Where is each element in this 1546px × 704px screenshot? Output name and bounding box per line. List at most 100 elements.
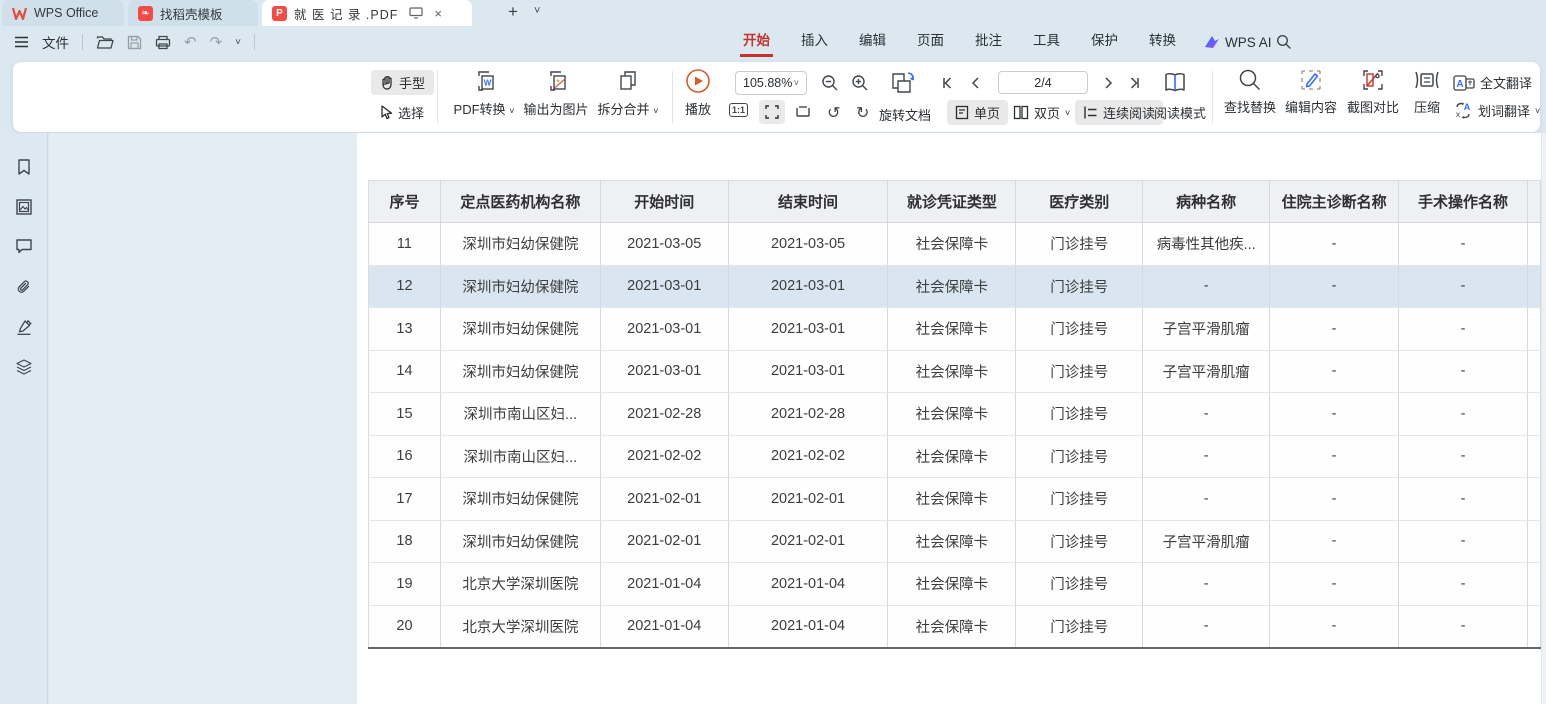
menu-edit[interactable]: 编辑 <box>856 26 889 58</box>
window-tab-bar: WPS Office ❧ 找稻壳模板 P 就 医 记 录 .PDF × + ˅ <box>0 0 1546 26</box>
table-cell: 门诊挂号 <box>1016 478 1143 521</box>
zoom-in-icon[interactable] <box>851 74 869 92</box>
redo-icon[interactable]: ↷ <box>210 33 223 51</box>
fit-width-button[interactable] <box>759 100 785 124</box>
read-mode-label[interactable]: 阅读模式 <box>1154 103 1206 122</box>
next-page-icon[interactable] <box>1101 76 1115 90</box>
table-cell: 14 <box>369 350 441 393</box>
last-page-icon[interactable] <box>1127 76 1141 90</box>
table-cell: 2021-03-05 <box>600 223 728 266</box>
print-icon[interactable] <box>155 35 171 50</box>
attachment-icon[interactable] <box>15 278 33 296</box>
open-file-icon[interactable] <box>96 35 114 50</box>
continuous-read-button[interactable]: 连续阅读 <box>1075 100 1163 125</box>
table-cell: - <box>1143 435 1270 478</box>
column-header: 开始时间 <box>600 181 728 223</box>
find-replace-icon <box>1238 68 1262 92</box>
table-cell: - <box>1270 308 1399 351</box>
table-cell: - <box>1399 478 1528 521</box>
rotate-doc-label[interactable]: 旋转文档 <box>879 105 931 124</box>
tab-docer-templates[interactable]: ❧ 找稻壳模板 <box>128 0 258 26</box>
vertical-scrollbar[interactable] <box>1541 133 1546 704</box>
table-cell: 社会保障卡 <box>888 308 1016 351</box>
wps-ai-button[interactable]: WPS AI <box>1204 35 1272 50</box>
table-cell: 深圳市妇幼保健院 <box>440 478 600 521</box>
table-cell: - <box>1399 520 1528 563</box>
table-cell: - <box>1399 265 1528 308</box>
table-row: 20北京大学深圳医院2021-01-042021-01-04社会保障卡门诊挂号-… <box>369 605 1541 648</box>
prev-page-icon[interactable] <box>969 76 983 90</box>
save-icon[interactable] <box>127 35 142 50</box>
thumbnail-icon[interactable] <box>15 198 33 216</box>
close-tab-icon[interactable]: × <box>434 6 442 21</box>
double-page-button[interactable]: 双页 ˅ <box>1009 100 1074 125</box>
menu-protect[interactable]: 保护 <box>1088 26 1121 58</box>
find-replace-button[interactable]: 查找替换 <box>1220 68 1280 116</box>
menu-annotate[interactable]: 批注 <box>972 26 1005 58</box>
actual-size-button[interactable]: 1:1 <box>729 103 748 117</box>
table-cell: - <box>1399 605 1528 648</box>
table-cell: 社会保障卡 <box>888 435 1016 478</box>
bookmark-icon[interactable] <box>15 158 33 176</box>
hand-tool-button[interactable]: 手型 <box>371 70 434 95</box>
compress-button[interactable]: 压缩 <box>1404 68 1450 116</box>
column-header: 定点医药机构名称 <box>440 181 600 223</box>
divider <box>82 34 83 50</box>
full-translate-button[interactable]: A 全文翻译 <box>1453 73 1532 92</box>
menu-tools[interactable]: 工具 <box>1030 26 1063 58</box>
partial-cell <box>1527 520 1540 563</box>
menu-home[interactable]: 开始 <box>740 26 773 58</box>
split-merge-button[interactable]: 拆分合并 ˅ <box>586 68 670 118</box>
zoom-out-icon[interactable] <box>821 74 839 92</box>
cursor-icon <box>380 105 393 120</box>
table-cell: 2021-02-02 <box>600 435 728 478</box>
table-row: 18深圳市妇幼保健院2021-02-012021-02-01社会保障卡门诊挂号子… <box>369 520 1541 563</box>
monitor-icon[interactable] <box>409 7 423 19</box>
menu-page[interactable]: 页面 <box>914 26 947 58</box>
new-tab-icon[interactable]: + <box>508 2 518 22</box>
rotate-left-icon[interactable]: ↺ <box>827 103 840 123</box>
qat-chevron-icon[interactable]: ˅ <box>235 37 241 48</box>
zoom-level-select[interactable]: 105.88% ˅ <box>735 71 807 95</box>
hand-icon <box>380 75 394 90</box>
select-tool-button[interactable]: 选择 <box>374 100 430 125</box>
menu-convert[interactable]: 转换 <box>1146 26 1179 58</box>
edit-content-button[interactable]: 编辑内容 <box>1281 68 1341 116</box>
table-cell: - <box>1270 478 1399 521</box>
divider <box>254 34 255 50</box>
side-icon-strip <box>0 133 48 704</box>
tab-list-chevron-icon[interactable]: ˅ <box>534 5 540 17</box>
word-translate-button[interactable]: A x 划词翻译 ˅ <box>1453 101 1540 120</box>
page-number-input[interactable]: 2/4 <box>998 71 1088 94</box>
fit-page-button[interactable] <box>790 100 816 124</box>
tab-active-document[interactable]: P 就 医 记 录 .PDF × <box>262 0 472 26</box>
hamburger-icon[interactable] <box>14 36 29 48</box>
undo-icon[interactable]: ↶ <box>184 33 197 51</box>
table-cell: 深圳市妇幼保健院 <box>440 223 600 266</box>
search-icon[interactable] <box>1276 34 1292 50</box>
table-cell: 15 <box>369 393 441 436</box>
signature-icon[interactable] <box>15 318 33 336</box>
screenshot-compare-button[interactable]: 截图对比 <box>1342 68 1404 116</box>
tab-wps-office[interactable]: WPS Office <box>2 0 124 26</box>
comment-icon[interactable] <box>15 238 33 254</box>
chevron-down-icon: ˅ <box>653 106 658 116</box>
file-menu[interactable]: 文件 <box>42 32 69 52</box>
navigation-panel[interactable] <box>49 133 357 704</box>
single-page-button[interactable]: 单页 <box>947 100 1008 125</box>
table-cell: 深圳市南山区妇... <box>440 393 600 436</box>
table-cell: - <box>1270 223 1399 266</box>
rotate-pages-icon[interactable] <box>889 71 919 97</box>
layers-icon[interactable] <box>15 358 33 376</box>
full-translate-icon: A <box>1453 75 1475 91</box>
play-button[interactable]: 播放 <box>673 68 723 118</box>
read-mode-icon[interactable] <box>1162 70 1188 96</box>
menu-insert[interactable]: 插入 <box>798 26 831 58</box>
first-page-icon[interactable] <box>941 76 955 90</box>
table-cell: 门诊挂号 <box>1016 308 1143 351</box>
table-cell: 深圳市妇幼保健院 <box>440 350 600 393</box>
table-cell: 13 <box>369 308 441 351</box>
screenshot-compare-icon <box>1361 68 1385 92</box>
rotate-right-icon[interactable]: ↻ <box>856 103 869 123</box>
table-cell: 社会保障卡 <box>888 393 1016 436</box>
